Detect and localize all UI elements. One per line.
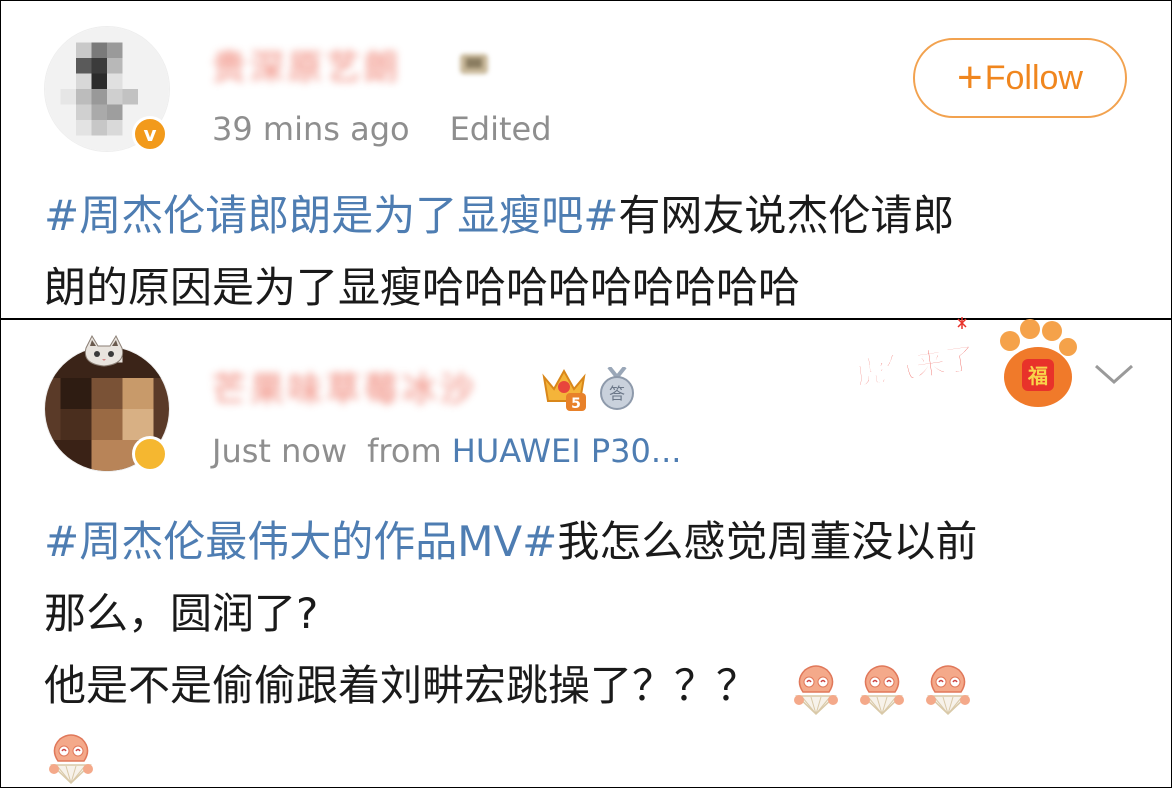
laughing-fan-emoji-icon (925, 664, 972, 715)
hashtag-link[interactable]: #周杰伦最伟大的作品MV# (44, 517, 557, 566)
banner-text: 虎气来了 (854, 341, 978, 392)
post-text-line: 有网友说杰伦请郎 (618, 191, 955, 240)
post-text-line: 那么，圆润了? (44, 589, 319, 638)
source-device-link[interactable]: HUAWEI P30... (452, 432, 682, 470)
follow-button[interactable]: + Follow (913, 38, 1127, 118)
post-meta: 39 mins ago Edited (212, 110, 552, 148)
emoji-row-inline (789, 661, 987, 715)
timestamp: Just now (212, 432, 348, 470)
hashtag-link[interactable]: #周杰伦请郎朗是为了显瘦吧# (44, 191, 618, 240)
crown-level-text: 5 (571, 396, 581, 411)
banner-badge-text: 福 (1027, 364, 1048, 388)
tiger-year-banner-icon[interactable]: 虎气来了 福 (850, 315, 1080, 415)
post-text-line: 朗的原因是为了显瘦哈哈哈哈哈哈哈哈哈 (44, 263, 801, 312)
source-prefix: from (367, 432, 442, 470)
cat-avatar-decoration-icon (84, 334, 124, 367)
paw-icon: 福 (1000, 319, 1077, 407)
username[interactable]: 芒果味草莓冰沙 (212, 362, 478, 411)
crown-level-icon: 5 (542, 368, 586, 411)
username[interactable]: 贵深原艺朗 (212, 40, 402, 89)
membership-badge-icon (460, 54, 488, 74)
verified-v-icon: v (132, 116, 168, 152)
post-text-line: 他是不是偷偷跟着刘畊宏跳操了？？？ (44, 661, 759, 710)
timestamp: 39 mins ago (212, 110, 410, 148)
edited-label[interactable]: Edited (450, 110, 552, 148)
answer-medal-icon: 答 (600, 367, 634, 410)
laughing-fan-emoji-icon (859, 664, 906, 715)
laughing-fan-emoji-icon (793, 664, 840, 715)
post-meta: Just now from HUAWEI P30... (212, 432, 681, 470)
plus-icon: + (957, 53, 983, 102)
post-content: #周杰伦最伟大的作品MV#我怎么感觉周董没以前 那么，圆润了? 他是不是偷偷跟着… (44, 506, 1134, 794)
post-content: #周杰伦请郎朗是为了显瘦吧#有网友说杰伦请郎 朗的原因是为了显瘦哈哈哈哈哈哈哈哈… (44, 180, 1134, 324)
post-text-line: 我怎么感觉周董没以前 (557, 517, 978, 566)
verified-badge-icon (132, 436, 168, 472)
laughing-fan-emoji-icon (48, 733, 94, 784)
medal-text: 答 (609, 384, 625, 403)
follow-label: Follow (984, 58, 1083, 97)
chevron-down-icon[interactable] (1092, 356, 1136, 392)
